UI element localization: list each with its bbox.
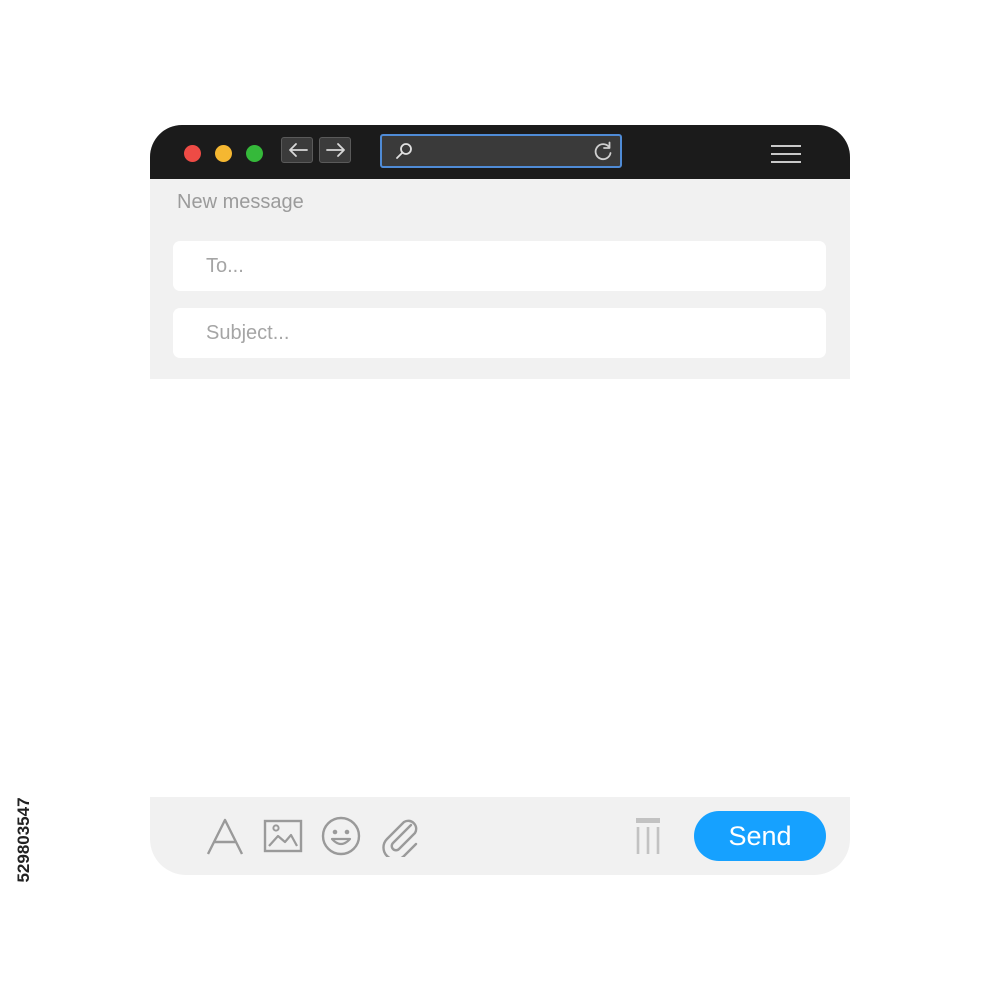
compose-toolbar: Send [150,797,850,875]
menu-icon[interactable] [771,143,803,165]
email-compose-window: New message Send [150,125,854,875]
minimize-window-button[interactable] [215,145,232,162]
zoom-window-button[interactable] [246,145,263,162]
back-button[interactable] [281,137,313,163]
url-input[interactable] [416,140,580,164]
subject-field[interactable] [173,308,826,358]
send-button[interactable]: Send [694,811,826,861]
to-field[interactable] [173,241,826,291]
forward-button[interactable] [319,137,351,163]
browser-titlebar [150,125,850,179]
address-bar[interactable] [380,134,622,168]
attachment-icon[interactable] [378,815,420,857]
reload-icon[interactable] [592,141,614,163]
stock-id-text: 529803547 [14,797,33,883]
search-icon [396,143,412,159]
emoji-icon[interactable] [320,815,362,857]
back-arrow-icon [289,143,308,157]
message-body[interactable] [150,379,854,801]
text-format-icon[interactable] [204,815,246,857]
compose-title: New message [177,191,304,213]
compose-header: New message [150,179,850,379]
trash-icon[interactable] [627,815,669,857]
stock-id-label: 529803547 [12,760,36,920]
forward-arrow-icon [326,143,345,157]
close-window-button[interactable] [184,145,201,162]
image-icon[interactable] [262,815,304,857]
